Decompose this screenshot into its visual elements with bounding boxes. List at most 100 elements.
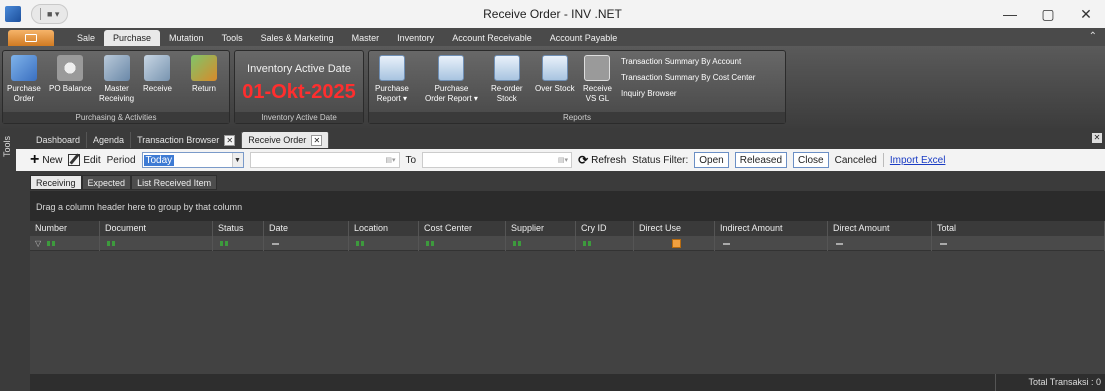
- chevron-up-icon[interactable]: ⌃: [1089, 31, 1097, 42]
- date-to-field[interactable]: ▤▾: [422, 152, 573, 168]
- date-from-field[interactable]: ▤▾: [249, 152, 400, 168]
- tab-master[interactable]: Master: [343, 30, 389, 46]
- save-icon[interactable]: ■ ▾: [47, 9, 59, 20]
- col-direct-use[interactable]: Direct Use: [634, 221, 715, 236]
- filter-cell-status[interactable]: [213, 236, 264, 251]
- purchase-report-label: Purchase Report ▾: [375, 84, 409, 103]
- doc-tab-dashboard[interactable]: Dashboard: [30, 132, 88, 148]
- tab-sales-marketing[interactable]: Sales & Marketing: [252, 30, 343, 46]
- calendar-dropdown-icon[interactable]: ▤▾: [385, 156, 395, 164]
- col-status[interactable]: Status: [213, 221, 264, 236]
- filter-cell-number[interactable]: ▽: [30, 236, 100, 251]
- filter-cell-total[interactable]: [932, 236, 1105, 251]
- grid-footer: Total Transaksi : 0: [30, 374, 1105, 391]
- tools-side-panel[interactable]: Tools: [0, 128, 16, 391]
- tab-mutation[interactable]: Mutation: [160, 30, 213, 46]
- col-date[interactable]: Date: [264, 221, 349, 236]
- filter-open-button[interactable]: Open: [694, 152, 729, 168]
- col-total[interactable]: Total: [932, 221, 1105, 236]
- col-supplier[interactable]: Supplier: [506, 221, 576, 236]
- filter-canceled-button[interactable]: Canceled: [835, 155, 877, 166]
- subtab-expected[interactable]: Expected: [81, 175, 132, 190]
- receive-button[interactable]: Receive: [143, 55, 172, 94]
- subtab-list-received-item[interactable]: List Received Item: [131, 175, 218, 190]
- import-excel-link[interactable]: Import Excel: [890, 155, 946, 166]
- minimize-button[interactable]: —: [991, 0, 1029, 28]
- col-cost-center[interactable]: Cost Center: [419, 221, 506, 236]
- quick-access-toolbar[interactable]: ■ ▾: [31, 4, 69, 24]
- purchase-order-button[interactable]: Purchase Order: [7, 55, 41, 104]
- edit-button[interactable]: Edit: [68, 154, 101, 166]
- tab-sale[interactable]: Sale: [68, 30, 104, 46]
- group-by-panel[interactable]: Drag a column header here to group by th…: [30, 191, 1105, 221]
- doc-tab-transaction-browser[interactable]: Transaction Browser ✕: [131, 132, 243, 148]
- doc-tab-receive-order[interactable]: Receive Order ✕: [242, 132, 330, 148]
- ribbon: Purchase Order PO Balance Master Receivi…: [0, 46, 1105, 128]
- edit-label: Edit: [83, 154, 101, 166]
- master-receiving-button[interactable]: Master Receiving: [99, 55, 134, 104]
- tab-tools[interactable]: Tools: [213, 30, 252, 46]
- filter-cell-cry-id[interactable]: [576, 236, 634, 251]
- balance-scale-icon: [57, 55, 84, 81]
- app-menu-button[interactable]: [8, 30, 54, 46]
- purchase-report-button[interactable]: Purchase Report ▾: [375, 55, 409, 104]
- close-tab-icon[interactable]: ✕: [311, 134, 323, 146]
- equals-icon: [940, 243, 947, 245]
- col-location[interactable]: Location: [349, 221, 419, 236]
- refresh-label: Refresh: [591, 154, 627, 166]
- filter-released-button[interactable]: Released: [734, 152, 788, 168]
- equals-icon: [272, 243, 279, 245]
- refresh-button[interactable]: ⟳ Refresh: [578, 153, 626, 167]
- receive-vs-gl-button[interactable]: Receive VS GL: [583, 55, 612, 104]
- maximize-button[interactable]: ▢: [1029, 0, 1067, 28]
- filter-cell-direct-use[interactable]: [634, 236, 715, 251]
- reorder-stock-label: Re-order Stock: [491, 84, 523, 103]
- transaction-summary-cost-center-link[interactable]: Transaction Summary By Cost Center: [621, 73, 755, 82]
- calendar-dropdown-icon[interactable]: ▤▾: [558, 156, 568, 164]
- master-receiving-label: Master Receiving: [99, 84, 135, 103]
- close-tab-icon[interactable]: ✕: [224, 134, 236, 146]
- subtab-receiving[interactable]: Receiving: [30, 175, 82, 190]
- inventory-active-date-value: 01-Okt-2025: [242, 81, 356, 103]
- over-stock-label: Over Stock: [535, 84, 575, 93]
- auto-filter-row: ▽: [30, 236, 1105, 251]
- tab-inventory[interactable]: Inventory: [388, 30, 443, 46]
- filter-cell-location[interactable]: [349, 236, 419, 251]
- new-button[interactable]: + New: [30, 152, 62, 168]
- col-cry-id[interactable]: Cry ID: [576, 221, 634, 236]
- total-transactions: Total Transaksi : 0: [995, 374, 1105, 391]
- tab-purchase[interactable]: Purchase: [104, 30, 161, 46]
- transaction-summary-account-link[interactable]: Transaction Summary By Account: [621, 57, 755, 66]
- filter-cell-direct-amount[interactable]: [828, 236, 932, 251]
- filter-close-button[interactable]: Close: [793, 152, 829, 168]
- filter-cell-document[interactable]: [100, 236, 213, 251]
- return-label: Return: [191, 84, 216, 93]
- filter-cell-cost-center[interactable]: [419, 236, 506, 251]
- chevron-down-icon[interactable]: ▼: [231, 153, 243, 167]
- col-indirect-amount[interactable]: Indirect Amount: [715, 221, 828, 236]
- report-icon: [541, 55, 568, 81]
- col-direct-amount[interactable]: Direct Amount: [828, 221, 932, 236]
- col-document[interactable]: Document: [100, 221, 213, 236]
- over-stock-button[interactable]: Over Stock: [535, 55, 575, 94]
- checkbox-icon[interactable]: [672, 239, 681, 248]
- col-number[interactable]: Number: [30, 221, 100, 236]
- grid-header: Number Document Status Date Location Cos…: [30, 221, 1105, 236]
- close-button[interactable]: ✕: [1067, 0, 1105, 28]
- return-button[interactable]: Return: [191, 55, 217, 94]
- purchase-order-report-button[interactable]: Purchase Order Report ▾: [425, 55, 478, 104]
- title-bar: ■ ▾ Receive Order - INV .NET — ▢ ✕: [0, 0, 1105, 28]
- document-tabs: Dashboard Agenda Transaction Browser ✕ Re…: [16, 132, 330, 148]
- filter-cell-supplier[interactable]: [506, 236, 576, 251]
- tab-account-payable[interactable]: Account Payable: [541, 30, 627, 46]
- doc-tab-agenda[interactable]: Agenda: [87, 132, 132, 148]
- receive-icon: [144, 55, 171, 81]
- tab-account-receivable[interactable]: Account Receivable: [443, 30, 541, 46]
- reorder-stock-button[interactable]: Re-order Stock: [491, 55, 523, 104]
- filter-cell-indirect-amount[interactable]: [715, 236, 828, 251]
- inquiry-browser-link[interactable]: Inquiry Browser: [621, 89, 755, 98]
- filter-cell-date[interactable]: [264, 236, 349, 251]
- po-balance-button[interactable]: PO Balance: [49, 55, 92, 94]
- close-document-icon[interactable]: ✕: [1092, 133, 1102, 143]
- period-select[interactable]: Today ▼: [141, 152, 244, 168]
